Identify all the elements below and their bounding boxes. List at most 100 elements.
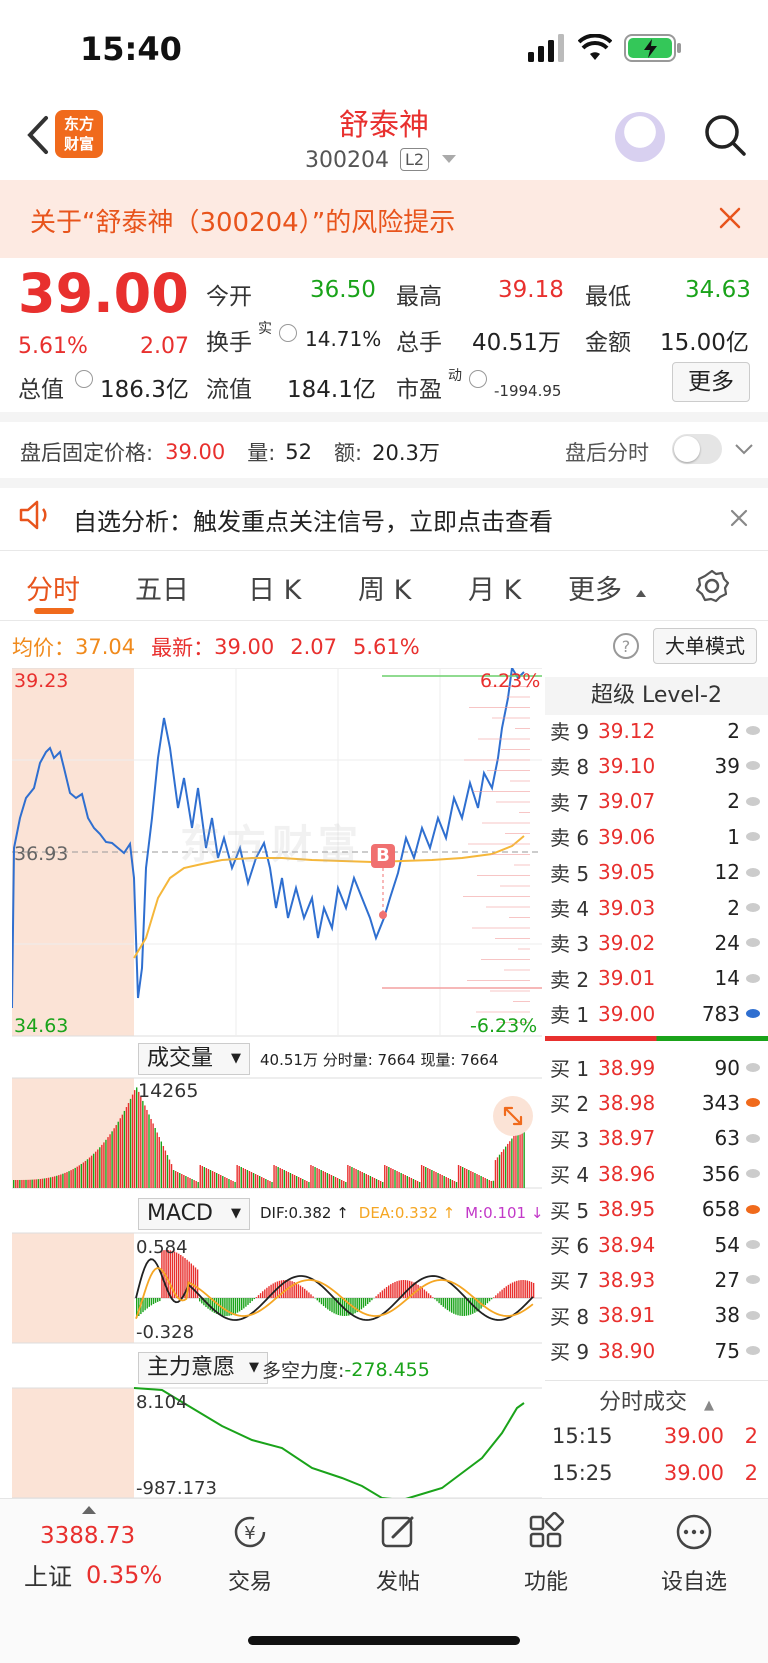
time-sales-title[interactable]: 分时成交 ▲	[545, 1385, 768, 1421]
tab-weekly-k[interactable]: 周 K	[358, 568, 411, 607]
bid-level-row[interactable]: 买 8 38.91 38	[550, 1298, 760, 1333]
macd-bar	[438, 1298, 440, 1304]
ask-level-volume: 2	[727, 895, 740, 920]
status-dot	[746, 867, 760, 877]
volume-bar	[269, 1181, 271, 1188]
nav-functions[interactable]: 功能	[486, 1511, 606, 1596]
macd-bar	[308, 1292, 310, 1298]
volume-bar	[304, 1180, 306, 1188]
bid-level-row[interactable]: 买 9 38.90 75	[550, 1333, 760, 1368]
volume-selector[interactable]: 成交量 ▼	[138, 1043, 251, 1075]
volume-bar	[447, 1178, 449, 1188]
volume-bar	[187, 1177, 189, 1188]
status-dot	[746, 1009, 760, 1019]
volume-bar	[185, 1176, 187, 1188]
status-dot	[746, 1098, 760, 1108]
ask-level-price: 39.05	[598, 860, 656, 885]
ask-level-row[interactable]: 卖 4 39.03 2	[550, 890, 760, 925]
settings-gear-icon[interactable]	[694, 568, 730, 604]
help-icon[interactable]: ?	[612, 632, 640, 660]
volume-bar	[97, 1149, 99, 1188]
ask-level-row[interactable]: 卖 9 39.12 2	[550, 713, 760, 748]
bid-level-row[interactable]: 买 3 38.97 63	[550, 1121, 760, 1156]
bid-level-row[interactable]: 买 6 38.94 54	[550, 1227, 760, 1262]
nav-post[interactable]: 发帖	[338, 1512, 458, 1596]
nav-add-watchlist[interactable]: 设自选	[634, 1512, 754, 1596]
tab-monthly-k[interactable]: 月 K	[468, 568, 521, 607]
volume-bar	[193, 1180, 195, 1188]
close-icon[interactable]	[712, 200, 748, 236]
tab-intraday[interactable]: 分时	[26, 568, 80, 607]
volume-bar	[490, 1181, 493, 1188]
volume-bar	[423, 1166, 425, 1188]
volume-bar	[293, 1175, 296, 1188]
info-icon[interactable]	[469, 370, 487, 388]
risk-banner-text[interactable]: 关于“舒泰神（300204）”的风险提示	[30, 202, 455, 239]
volume-bar	[371, 1177, 374, 1188]
after-hours-toggle[interactable]	[672, 434, 722, 464]
orderbook-title[interactable]: 超级 Level-2	[545, 677, 768, 715]
macd-bar	[192, 1265, 195, 1298]
ask-level-label: 卖 3	[550, 932, 590, 957]
volume-bar	[21, 1179, 23, 1188]
tab-five-day[interactable]: 五日	[135, 568, 189, 607]
stock-code[interactable]: 300204	[305, 148, 389, 173]
macd-bar	[152, 1298, 155, 1305]
info-icon[interactable]	[75, 370, 93, 388]
tab-more[interactable]: 更多	[568, 568, 622, 607]
bid-level-row[interactable]: 买 7 38.93 27	[550, 1262, 760, 1297]
macd-bar	[199, 1298, 201, 1302]
ask-level-row[interactable]: 卖 3 39.02 24	[550, 925, 760, 960]
volume-bar	[31, 1179, 33, 1188]
change-percent: 5.61%	[18, 334, 88, 359]
caret-down-icon[interactable]	[442, 155, 456, 163]
chevron-down-icon[interactable]	[733, 440, 755, 458]
more-button[interactable]: 更多	[672, 362, 750, 402]
volume-bar	[78, 1165, 80, 1188]
macd-bar	[432, 1297, 434, 1298]
bid-level-row[interactable]: 买 2 38.98 343	[550, 1085, 760, 1120]
tab-active-indicator	[34, 608, 74, 614]
close-icon[interactable]	[727, 506, 751, 530]
macd-bar	[362, 1298, 365, 1308]
macd-bar	[430, 1295, 432, 1298]
ask-level-row[interactable]: 卖 6 39.06 1	[550, 819, 760, 854]
volume-bar	[382, 1182, 384, 1188]
macd-bar	[505, 1286, 507, 1298]
expand-icon[interactable]	[491, 1094, 535, 1138]
bid-level-row[interactable]: 买 5 38.95 658	[550, 1192, 760, 1227]
search-button[interactable]	[700, 110, 750, 160]
ask-level-row[interactable]: 卖 5 39.05 12	[550, 855, 760, 890]
macd-bar	[465, 1298, 468, 1316]
ask-level-row[interactable]: 卖 7 39.07 2	[550, 784, 760, 819]
macd-bar	[150, 1298, 153, 1306]
volume-bar	[398, 1172, 400, 1188]
macd-selector[interactable]: MACD ▼	[138, 1198, 250, 1230]
info-icon[interactable]	[279, 324, 297, 342]
macd-bar	[371, 1298, 373, 1301]
bid-level-row[interactable]: 买 4 38.96 356	[550, 1156, 760, 1191]
high-value: 39.18	[498, 277, 564, 303]
index-value[interactable]: 3388.73	[40, 1523, 135, 1549]
ah-amt: 20.3万	[372, 441, 440, 465]
status-dot	[746, 1133, 760, 1143]
volume-bar	[388, 1167, 390, 1188]
index-line[interactable]: 上证 0.35%	[24, 1557, 162, 1592]
macd-bar	[486, 1298, 489, 1304]
assistant-robot-icon[interactable]	[615, 112, 665, 162]
ask-level-row[interactable]: 卖 8 39.10 39	[550, 748, 760, 783]
volume-bar	[316, 1168, 318, 1188]
pe-sup: 动	[448, 368, 462, 384]
bid-level-row[interactable]: 买 1 38.99 90	[550, 1050, 760, 1085]
alert-text[interactable]: 自选分析：触发重点关注信号，立即点击查看	[73, 502, 553, 537]
ask-level-row[interactable]: 卖 1 39.00 783	[550, 996, 760, 1031]
macd-bar	[154, 1298, 157, 1303]
macd-bar	[354, 1298, 356, 1314]
ask-level-row[interactable]: 卖 2 39.01 14	[550, 961, 760, 996]
tab-daily-k[interactable]: 日 K	[248, 568, 301, 607]
status-dot	[746, 1204, 760, 1214]
big-order-mode-button[interactable]: 大单模式	[653, 628, 757, 664]
nav-trade[interactable]: ¥ 交易	[190, 1512, 310, 1596]
main-force-selector[interactable]: 主力意愿 ▼	[138, 1352, 269, 1384]
buy-marker[interactable]: B	[371, 844, 395, 868]
